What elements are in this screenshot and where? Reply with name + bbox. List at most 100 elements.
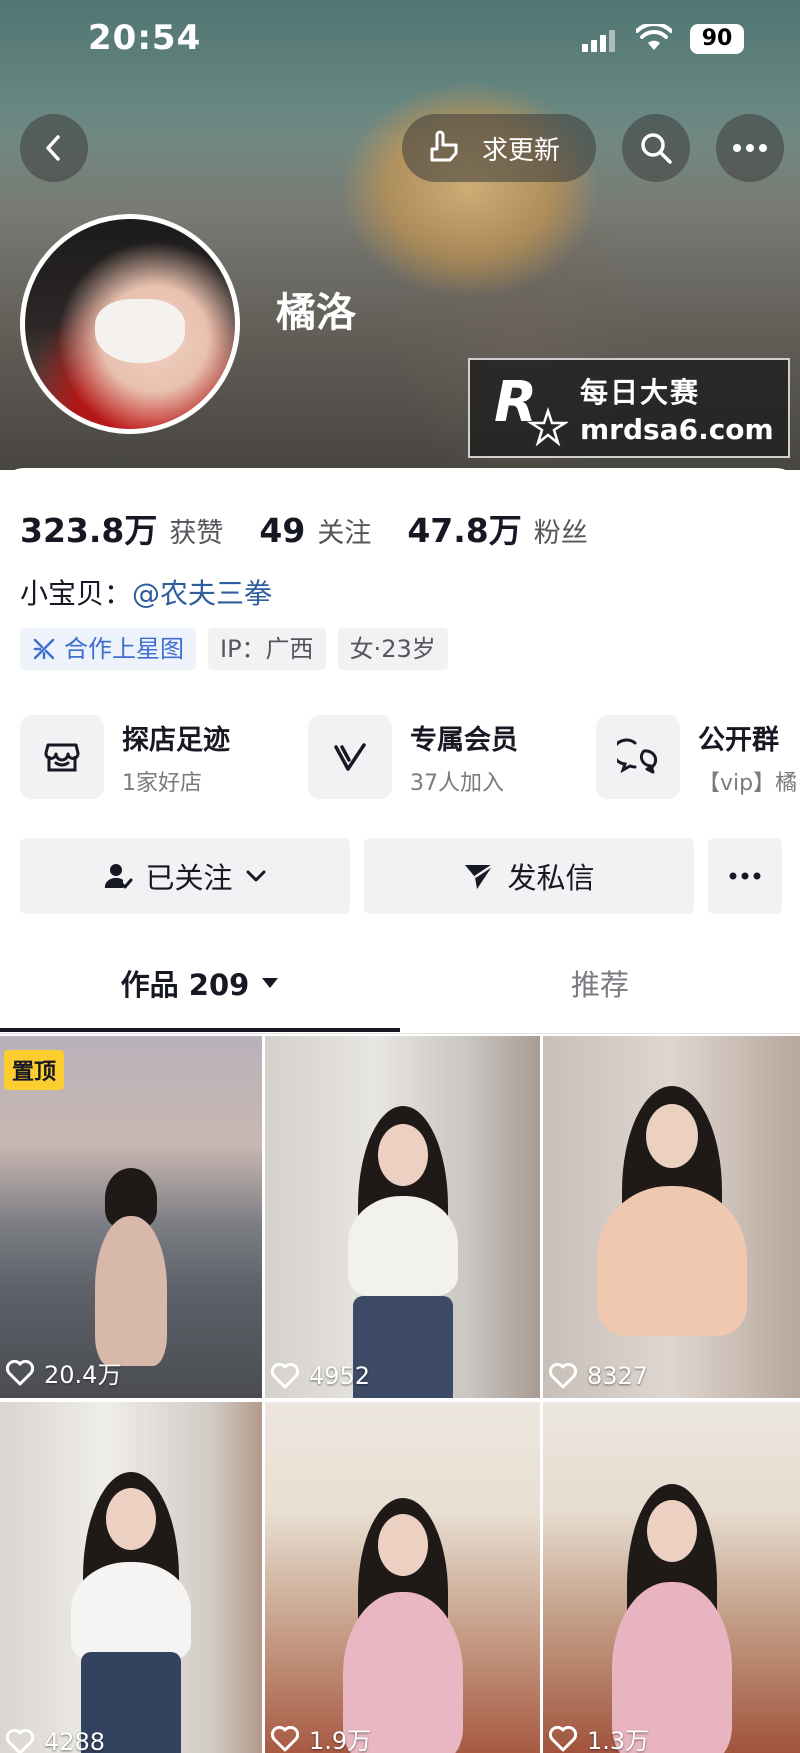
video-thumbnail[interactable]: 8327 [543,1036,800,1398]
thumb-face [377,1124,428,1186]
tag-label: IP：广西 [220,635,314,663]
bio-mention-link[interactable]: @农夫三拳 [132,577,272,610]
stat-value: 49 [259,511,306,550]
stat-label: 获赞 [169,518,224,549]
stat-label: 粉丝 [533,518,588,549]
tab-divider [0,1033,800,1034]
feature-icon-box [20,715,104,799]
battery-indicator: 90 [690,24,744,54]
video-thumbnail[interactable]: 1.9万 [265,1402,540,1753]
shop-icon [44,743,80,772]
video-like-count: 8327 [549,1362,648,1390]
thumb-top [71,1562,191,1662]
group-chat-icon [617,738,658,774]
status-time: 20:54 [88,18,202,58]
request-update-button[interactable]: 求更新 [402,114,596,182]
star-map-icon [33,638,55,660]
signal-icon [582,30,615,52]
request-update-label: 求更新 [482,135,561,166]
heart-icon [549,1725,577,1751]
feature-subtitle: 37人加入 [410,770,504,796]
like-count-text: 4288 [44,1728,106,1753]
feature-icon-box [308,715,392,799]
tag-gender-age: 女·23岁 [337,628,448,670]
bio-text: 小宝贝： [20,577,133,610]
heart-icon [549,1363,577,1389]
ellipsis-icon [729,872,761,880]
heart-icon [6,1359,34,1385]
video-like-count: 4288 [6,1728,105,1753]
member-v-icon [334,743,366,771]
tag-label: 合作上星图 [64,635,184,663]
video-thumbnail[interactable]: 1.3万 [543,1402,800,1753]
video-thumbnail[interactable]: 置顶 20.4万 [0,1036,262,1398]
feature-membership[interactable]: 专属会员 37人加入 [308,712,518,802]
stat-followers[interactable]: 47.8万 粉丝 [407,504,587,552]
user-check-icon [105,864,133,889]
action-buttons: 已关注 发私信 [20,838,782,914]
watermark-url: mrdsa6.com [580,412,774,446]
tag-star-map[interactable]: 合作上星图 [20,628,196,670]
send-plane-icon [465,863,495,889]
heart-icon [6,1729,34,1753]
caret-down-icon [262,978,279,988]
thumb-top [347,1196,458,1296]
video-like-count: 20.4万 [6,1355,121,1390]
send-message-button[interactable]: 发私信 [364,838,694,914]
status-bar: 20:54 90 [0,0,800,80]
tag-label: 女·23岁 [349,635,436,663]
thumb-figure [95,1216,167,1366]
stat-label: 关注 [317,518,372,549]
following-button[interactable]: 已关注 [20,838,350,914]
video-like-count: 4952 [271,1362,370,1390]
like-count-text: 8327 [587,1362,649,1390]
more-options-button[interactable] [716,114,784,182]
thumb-face [377,1514,428,1576]
video-thumbnail[interactable]: 4288 [0,1402,262,1753]
watermark-logo-icon: R [494,370,568,447]
avatar[interactable] [20,214,240,434]
feature-subtitle: 【vip】橘 [698,770,798,796]
like-count-text: 20.4万 [44,1361,122,1389]
feature-title: 专属会员 [410,724,518,756]
thumb-top [596,1186,747,1336]
following-label: 已关注 [145,861,233,895]
wifi-icon [636,24,672,50]
watermark-title: 每日大赛 [580,375,701,409]
tab-works-label: 作品 209 [120,968,250,1002]
stat-value: 323.8万 [20,511,158,550]
tab-recommend-label: 推荐 [570,968,629,1002]
pinned-badge: 置顶 [4,1050,65,1090]
stat-following[interactable]: 49 关注 [259,511,371,550]
heart-icon [271,1363,299,1389]
thumb-face [645,1104,698,1168]
video-thumbnail[interactable]: 4952 [265,1036,540,1398]
like-count-text: 1.3万 [587,1727,650,1753]
ellipsis-icon [733,144,767,152]
active-tab-indicator [0,1028,400,1032]
video-like-count: 1.9万 [271,1721,371,1753]
video-like-count: 1.3万 [549,1721,649,1753]
watermark-overlay: R 每日大赛 mrdsa6.com [468,358,790,458]
feature-title: 公开群 [698,724,779,756]
back-button[interactable] [20,114,88,182]
like-count-text: 4952 [309,1362,371,1390]
feature-title: 探店足迹 [122,724,230,756]
tab-works[interactable]: 作品 209 [0,938,400,1028]
profile-card: 323.8万 获赞 49 关注 47.8万 粉丝 小宝贝：@农夫三拳 合作上星图… [0,468,800,1753]
feature-public-group[interactable]: 公开群 【vip】橘 [596,712,797,802]
like-count-text: 1.9万 [309,1727,372,1753]
more-actions-button[interactable] [708,838,782,914]
feature-shop-visits[interactable]: 探店足迹 1家好店 [20,712,230,802]
stat-likes[interactable]: 323.8万 获赞 [20,504,223,552]
feature-subtitle: 1家好店 [122,770,202,796]
stat-value: 47.8万 [407,511,522,550]
chevron-down-icon [246,870,265,882]
tab-recommend[interactable]: 推荐 [400,938,800,1028]
profile-nickname: 橘洛 [276,290,356,336]
heart-icon [271,1725,299,1751]
search-button[interactable] [622,114,690,182]
thumb-face [106,1488,156,1550]
profile-bio: 小宝贝：@农夫三拳 [20,572,272,612]
pointing-hand-icon [430,130,458,162]
